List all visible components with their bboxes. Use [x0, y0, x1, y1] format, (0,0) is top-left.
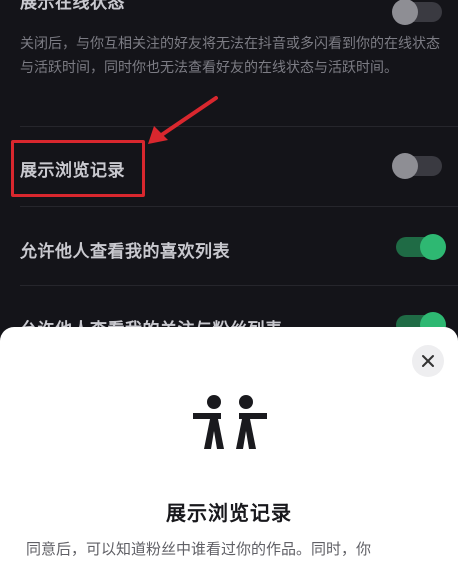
- close-icon: [422, 355, 434, 367]
- annotation-highlight-box: [11, 140, 145, 197]
- toggle-knob: [392, 0, 418, 25]
- two-people-icon: [193, 395, 267, 449]
- toggle-online-status[interactable]: [392, 0, 442, 25]
- annotation-arrow-icon: [148, 96, 218, 144]
- setting-row-online-status[interactable]: 展示在线状态 关闭后，与你互相关注的好友将无法在抖音或多闪看到你的在线状态与活跃…: [0, 0, 458, 118]
- setting-desc-online-status: 关闭后，与你互相关注的好友将无法在抖音或多闪看到你的在线状态与活跃时间，同时你也…: [20, 36, 440, 76]
- setting-title-online-status: 展示在线状态: [20, 0, 125, 13]
- close-button[interactable]: [412, 345, 444, 377]
- bottom-sheet: 展示浏览记录 同意后，可以知道粉丝中谁看过你的作品。同时，你: [0, 327, 458, 567]
- toggle-knob: [420, 234, 446, 260]
- toggle-browse-history[interactable]: [392, 153, 442, 179]
- sheet-description: 同意后，可以知道粉丝中谁看过你的作品。同时，你: [26, 540, 372, 558]
- setting-title-likes-list: 允许他人查看我的喜欢列表: [20, 242, 230, 262]
- toggle-likes-list[interactable]: [396, 234, 446, 260]
- toggle-knob: [392, 153, 418, 179]
- sheet-title: 展示浏览记录: [166, 501, 292, 525]
- setting-row-likes-list[interactable]: 允许他人查看我的喜欢列表: [0, 207, 458, 285]
